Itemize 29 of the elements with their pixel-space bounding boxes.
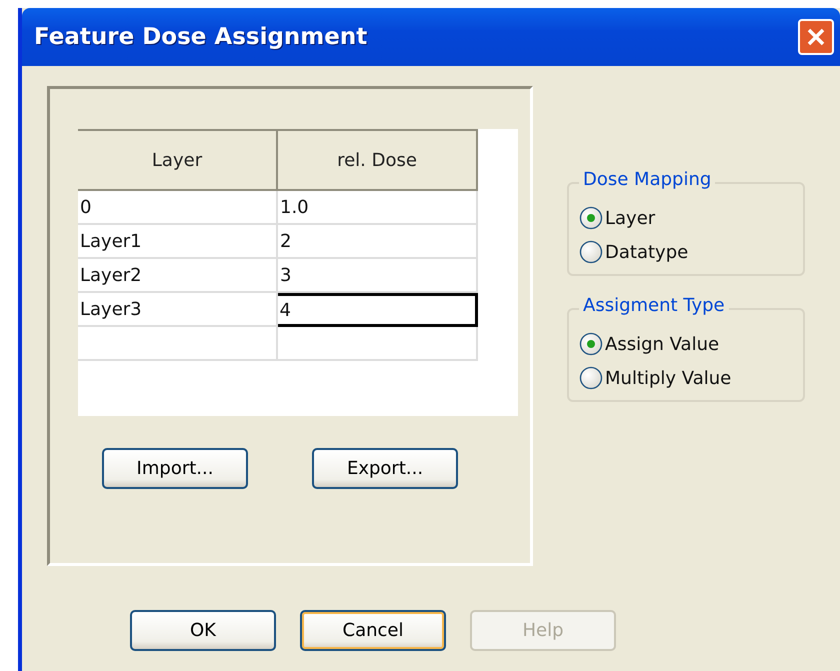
option-label[interactable]: Datatype xyxy=(605,242,688,262)
option-label[interactable]: Assign Value xyxy=(605,334,720,354)
dialog-button[interactable]: OK xyxy=(130,610,276,651)
table-cell[interactable]: 2 xyxy=(278,225,478,259)
table-cell[interactable]: Layer2 xyxy=(78,259,278,293)
empty-cell[interactable] xyxy=(78,327,278,361)
option-label[interactable]: Multiply Value xyxy=(605,368,732,388)
table-cell[interactable]: 3 xyxy=(278,259,478,293)
panel-button[interactable]: Export... xyxy=(312,448,458,489)
group-title: Assigment Type xyxy=(579,295,729,316)
window-title: Feature Dose Assignment xyxy=(34,24,368,50)
column-header[interactable]: Layer xyxy=(78,131,276,189)
table-cell[interactable]: Layer3 xyxy=(78,293,278,327)
table-cell[interactable]: 4 xyxy=(278,293,478,327)
radio-button[interactable] xyxy=(579,240,603,264)
dialog-button[interactable]: Cancel xyxy=(300,610,446,651)
panel-button[interactable]: Import... xyxy=(102,448,248,489)
close-icon xyxy=(805,26,827,48)
empty-cell[interactable] xyxy=(278,327,478,361)
option-label[interactable]: Layer xyxy=(605,208,656,228)
table-cell[interactable]: Layer1 xyxy=(78,225,278,259)
group-title: Dose Mapping xyxy=(579,169,716,190)
table-cell[interactable]: 0 xyxy=(78,191,278,225)
radio-button[interactable] xyxy=(579,206,603,230)
table-cell[interactable]: 1.0 xyxy=(278,191,478,225)
radio-button[interactable] xyxy=(579,366,603,390)
column-header[interactable]: rel. Dose xyxy=(276,131,476,189)
radio-button[interactable] xyxy=(579,332,603,356)
close-button[interactable] xyxy=(798,19,834,55)
